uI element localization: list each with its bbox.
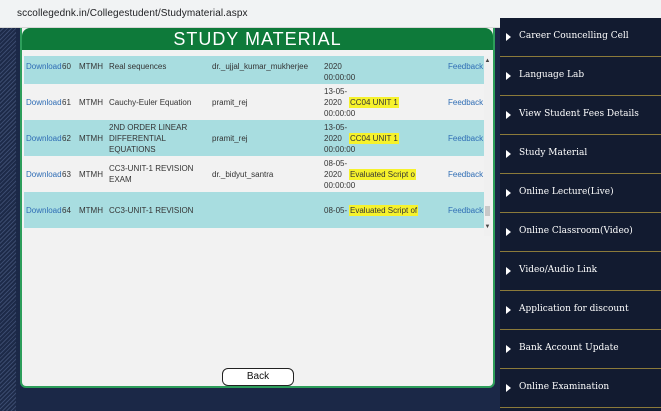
subject-code: MTMH: [79, 205, 103, 215]
subject-code: MTMH: [79, 97, 103, 107]
arrow-bullet-icon: [506, 384, 511, 392]
feedback-link[interactable]: Feedback: [448, 56, 488, 84]
material-title: CC3-UNIT-1 REVISION: [109, 205, 194, 215]
arrow-bullet-icon: [506, 72, 511, 80]
uploaded-by: pramit_rej: [212, 133, 248, 143]
subject-code: MTMH: [79, 133, 103, 143]
uploaded-by: dr._bidyut_santra: [212, 169, 274, 179]
remark-highlight: Evaluated Script of: [349, 204, 419, 216]
feedback-link[interactable]: Feedback: [448, 120, 488, 156]
remark: Evaluated Script of: [349, 192, 459, 228]
arrow-bullet-icon: [506, 33, 511, 41]
material-title: 2ND ORDER LINEAR DIFFERENTIAL EQUATIONS: [109, 122, 188, 154]
sidebar-item-label: Video/Audio Link: [519, 265, 598, 275]
scroll-down-arrow-icon[interactable]: ▼: [484, 224, 491, 230]
sidebar-item-career-councelling[interactable]: Career Councelling Cell: [500, 18, 661, 57]
download-link[interactable]: Download: [26, 120, 62, 156]
sidebar-item-label: Online Classroom(Video): [519, 226, 633, 236]
sidebar-item-online-examination[interactable]: Online Examination: [500, 369, 661, 408]
sidebar-item-label: Bank Account Update: [519, 343, 619, 353]
study-material-table[interactable]: Download 60 MTMH Real sequences dr._ujja…: [24, 56, 491, 236]
sidebar-item-bank-account[interactable]: Bank Account Update: [500, 330, 661, 369]
table-row: Download 62 MTMH 2ND ORDER LINEAR DIFFER…: [24, 120, 484, 156]
material-id: 64: [62, 205, 71, 215]
sidebar-item-label: Language Lab: [519, 70, 585, 80]
sidebar-item-application-discount[interactable]: Application for discount: [500, 291, 661, 330]
remark-highlight: CC04 UNIT 1: [349, 132, 399, 144]
material-id: 62: [62, 133, 71, 143]
sidebar-item-fees-details[interactable]: View Student Fees Details: [500, 96, 661, 135]
sidebar-item-label: Online Examination: [519, 382, 610, 392]
page-title: STUDY MATERIAL: [173, 29, 342, 49]
feedback-link[interactable]: Feedback: [448, 156, 488, 192]
arrow-bullet-icon: [506, 189, 511, 197]
arrow-bullet-icon: [506, 228, 511, 236]
arrow-bullet-icon: [506, 345, 511, 353]
sidebar-menu: Career Councelling Cell Language Lab Vie…: [500, 18, 661, 411]
table-row: Download 61 MTMH Cauchy-Euler Equation p…: [24, 84, 484, 120]
uploaded-by: pramit_rej: [212, 97, 248, 107]
sidebar-item-online-classroom[interactable]: Online Classroom(Video): [500, 213, 661, 252]
uploaded-by: [212, 192, 322, 228]
remark: CC04 UNIT 1: [349, 84, 459, 120]
background-pattern: [0, 28, 16, 411]
arrow-bullet-icon: [506, 150, 511, 158]
download-link[interactable]: Download: [26, 84, 62, 120]
material-title: Cauchy-Euler Equation: [109, 97, 192, 107]
feedback-link[interactable]: Feedback: [448, 84, 488, 120]
panel-title-bar: STUDY MATERIAL: [22, 28, 493, 50]
material-id: 60: [62, 61, 71, 71]
material-title: Real sequences: [109, 61, 167, 71]
arrow-bullet-icon: [506, 306, 511, 314]
url-text[interactable]: sccollegednk.in/Collegestudent/Studymate…: [17, 8, 248, 19]
scroll-up-arrow-icon[interactable]: ▲: [484, 58, 491, 64]
material-title: CC3-UNIT-1 REVISION EXAM: [109, 164, 194, 184]
feedback-link[interactable]: Feedback: [448, 192, 488, 228]
table-row: Download 60 MTMH Real sequences dr._ujja…: [24, 56, 484, 84]
material-id: 61: [62, 97, 71, 107]
download-link[interactable]: Download: [26, 156, 62, 192]
scrollbar-thumb[interactable]: [485, 206, 490, 216]
arrow-bullet-icon: [506, 267, 511, 275]
sidebar-item-language-lab[interactable]: Language Lab: [500, 57, 661, 96]
sidebar-item-study-material[interactable]: Study Material: [500, 135, 661, 174]
arrow-bullet-icon: [506, 111, 511, 119]
table-row: Download 64 MTMH CC3-UNIT-1 REVISION 08-…: [24, 192, 484, 228]
table-scrollbar[interactable]: ▲ ▼: [484, 56, 491, 236]
back-button[interactable]: Back: [222, 368, 294, 386]
material-id: 63: [62, 169, 71, 179]
uploaded-by: dr._ujjal_kumar_mukherjee: [212, 61, 309, 71]
sidebar-item-label: Application for discount: [519, 304, 629, 314]
remark-highlight: Evaluated Script o: [349, 168, 416, 180]
remark-highlight: CC04 UNIT 1: [349, 96, 399, 108]
subject-code: MTMH: [79, 61, 103, 71]
sidebar-item-label: Study Material: [519, 148, 588, 158]
table-row: Download 63 MTMH CC3-UNIT-1 REVISION EXA…: [24, 156, 484, 192]
sidebar-item-label: View Student Fees Details: [519, 109, 639, 119]
sidebar-item-online-lecture[interactable]: Online Lecture(Live): [500, 174, 661, 213]
sidebar-item-label: Career Councelling Cell: [519, 31, 629, 41]
upload-date: 2020 00:00:00: [324, 62, 356, 82]
study-material-panel: STUDY MATERIAL Download 60 MTMH Real seq…: [20, 28, 495, 388]
remark: Evaluated Script o: [349, 156, 459, 192]
download-link[interactable]: Download: [26, 192, 62, 228]
sidebar-item-video-audio-link[interactable]: Video/Audio Link: [500, 252, 661, 291]
download-link[interactable]: Download: [26, 56, 62, 84]
sidebar-item-label: Online Lecture(Live): [519, 187, 614, 197]
subject-code: MTMH: [79, 169, 103, 179]
remark: CC04 UNIT 1: [349, 120, 459, 156]
